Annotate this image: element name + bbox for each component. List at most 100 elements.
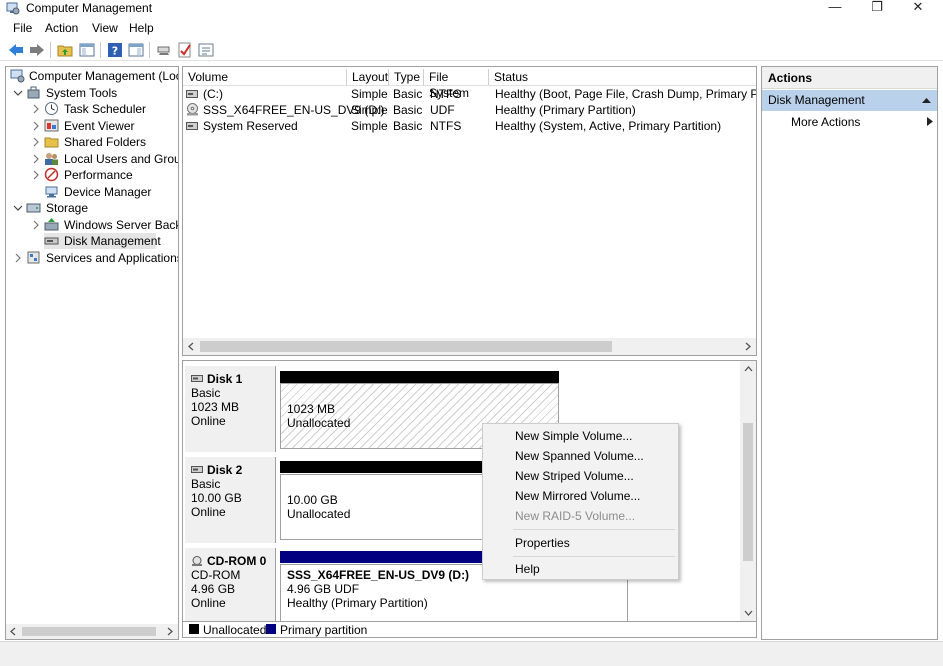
- disk-1-info[interactable]: Disk 1 Basic 1023 MB Online: [185, 366, 276, 452]
- menu-item-new-spanned-volume[interactable]: New Spanned Volume...: [515, 448, 644, 464]
- close-button[interactable]: ✕: [898, 0, 938, 15]
- column-header-status[interactable]: Status: [489, 69, 756, 85]
- console-tree[interactable]: Computer Management (Local System Tools …: [5, 66, 179, 640]
- disk-type: Basic: [191, 386, 221, 400]
- scroll-right-icon[interactable]: [743, 342, 752, 351]
- tree-label: Performance: [64, 168, 133, 182]
- scroll-up-icon[interactable]: [744, 365, 753, 374]
- column-header-layout[interactable]: Layout: [347, 69, 389, 85]
- computer-management-icon: [10, 69, 25, 83]
- toolbar-separator: [50, 42, 51, 58]
- tree-label: Disk Management: [64, 234, 161, 248]
- tree-scroll-thumb[interactable]: [22, 627, 156, 636]
- disk-1-unallocated-bar: [280, 371, 559, 383]
- collapse-up-icon[interactable]: [922, 97, 931, 104]
- tree-horizontal-scrollbar[interactable]: [6, 624, 178, 639]
- disk-type: CD-ROM: [191, 568, 241, 582]
- table-row[interactable]: System Reserved Simple Basic NTFS Health…: [183, 118, 756, 134]
- chevron-right-icon[interactable]: [31, 104, 41, 114]
- chevron-right-icon[interactable]: [31, 220, 41, 230]
- chevron-right-icon[interactable]: [927, 117, 933, 126]
- volume-list[interactable]: Volume Layout Type File System Status (C…: [182, 66, 757, 356]
- show-action-pane-icon[interactable]: [128, 42, 144, 58]
- chevron-down-icon[interactable]: [13, 88, 23, 98]
- menu-item-new-simple-volume[interactable]: New Simple Volume...: [515, 428, 632, 444]
- disk-state: Online: [191, 596, 226, 610]
- tree-label: Event Viewer: [64, 119, 135, 133]
- show-hide-tree-icon[interactable]: [79, 42, 95, 58]
- up-folder-icon[interactable]: [57, 42, 73, 58]
- volume-layout: Simple: [351, 103, 388, 117]
- disk-vertical-scrollbar[interactable]: [740, 361, 756, 621]
- storage-icon: [26, 203, 41, 213]
- tree-item-disk-management[interactable]: Disk Management: [44, 233, 161, 249]
- volume-type: Basic: [393, 87, 423, 101]
- disk-icon: [191, 375, 203, 382]
- legend-label-unallocated: Unallocated: [203, 623, 267, 637]
- shared-folder-icon: [44, 137, 59, 148]
- volume-file-system: UDF: [430, 103, 455, 117]
- back-arrow-icon[interactable]: [8, 42, 24, 58]
- volume-name: (C:): [203, 87, 223, 101]
- volume-status: Healthy (System, Active, Primary Partiti…: [495, 119, 722, 133]
- list-horizontal-scrollbar[interactable]: [183, 338, 756, 355]
- performance-icon: [44, 167, 59, 182]
- tree-label: System Tools: [46, 86, 118, 100]
- disk-scroll-thumb[interactable]: [743, 423, 753, 561]
- chevron-down-icon[interactable]: [13, 203, 23, 213]
- menu-item-properties[interactable]: Properties: [515, 535, 570, 551]
- tree-label: Task Scheduler: [64, 102, 147, 116]
- chevron-right-icon[interactable]: [31, 137, 41, 147]
- actions-section-disk-management[interactable]: Disk Management: [762, 90, 937, 111]
- disk-size: 10.00 GB: [191, 491, 242, 505]
- scroll-down-icon[interactable]: [744, 608, 753, 617]
- menu-separator: [513, 556, 675, 557]
- disk-legend: Unallocated Primary partition: [182, 622, 757, 638]
- volume-status: Healthy (Primary Partition): [495, 103, 636, 117]
- menu-file[interactable]: File: [13, 21, 32, 35]
- disk-2-info[interactable]: Disk 2 Basic 10.00 GB Online: [185, 457, 276, 543]
- help-icon[interactable]: ?: [107, 42, 123, 58]
- cd-drive-icon: [192, 556, 202, 566]
- table-row[interactable]: SSS_X64FREE_EN-US_DV9 (D:) Simple Basic …: [183, 102, 756, 118]
- cdrom-0-info[interactable]: CD-ROM 0 CD-ROM 4.96 GB Online: [185, 548, 276, 621]
- volume-type: Basic: [393, 119, 423, 133]
- menu-help[interactable]: Help: [129, 21, 154, 35]
- properties-sheet-icon[interactable]: [198, 42, 214, 58]
- scroll-left-icon[interactable]: [187, 342, 196, 351]
- disk-size: 1023 MB: [191, 400, 240, 414]
- table-row[interactable]: (C:) Simple Basic NTFS Healthy (Boot, Pa…: [183, 86, 756, 102]
- scroll-left-icon[interactable]: [9, 627, 18, 636]
- chevron-right-icon[interactable]: [13, 253, 23, 263]
- menu-item-new-striped-volume[interactable]: New Striped Volume...: [515, 468, 634, 484]
- disk-type: Basic: [191, 477, 221, 491]
- more-actions-label: More Actions: [791, 115, 861, 129]
- toolbar: ?: [0, 39, 943, 61]
- volume-file-system: NTFS: [430, 119, 462, 133]
- forward-arrow-icon[interactable]: [29, 42, 45, 58]
- volume-layout: Simple: [351, 119, 388, 133]
- column-header-type[interactable]: Type: [389, 69, 424, 85]
- connect-icon[interactable]: [156, 42, 172, 58]
- actions-pane: Actions Disk Management More Actions: [761, 66, 938, 640]
- menu-action[interactable]: Action: [45, 21, 78, 35]
- column-header-file-system[interactable]: File System: [424, 69, 489, 100]
- tree-label: Storage: [46, 201, 89, 215]
- restore-button[interactable]: ❐: [857, 0, 897, 15]
- column-header-volume[interactable]: Volume: [183, 69, 347, 85]
- checklist-icon[interactable]: [177, 42, 193, 58]
- chevron-right-icon[interactable]: [31, 170, 41, 180]
- menu-item-help[interactable]: Help: [515, 561, 540, 577]
- list-scroll-thumb[interactable]: [200, 341, 612, 352]
- disk-size: 4.96 GB: [191, 582, 236, 596]
- menu-item-new-mirrored-volume[interactable]: New Mirrored Volume...: [515, 488, 640, 504]
- actions-header: Actions: [762, 67, 937, 89]
- scroll-right-icon[interactable]: [165, 627, 174, 636]
- legend-swatch-primary: [266, 624, 276, 634]
- minimize-button[interactable]: —: [815, 0, 855, 15]
- more-actions-item[interactable]: More Actions: [791, 114, 860, 130]
- menu-view[interactable]: View: [92, 21, 118, 35]
- tree-label: Local Users and Groups: [64, 152, 178, 166]
- chevron-right-icon[interactable]: [31, 154, 41, 164]
- chevron-right-icon[interactable]: [31, 121, 41, 131]
